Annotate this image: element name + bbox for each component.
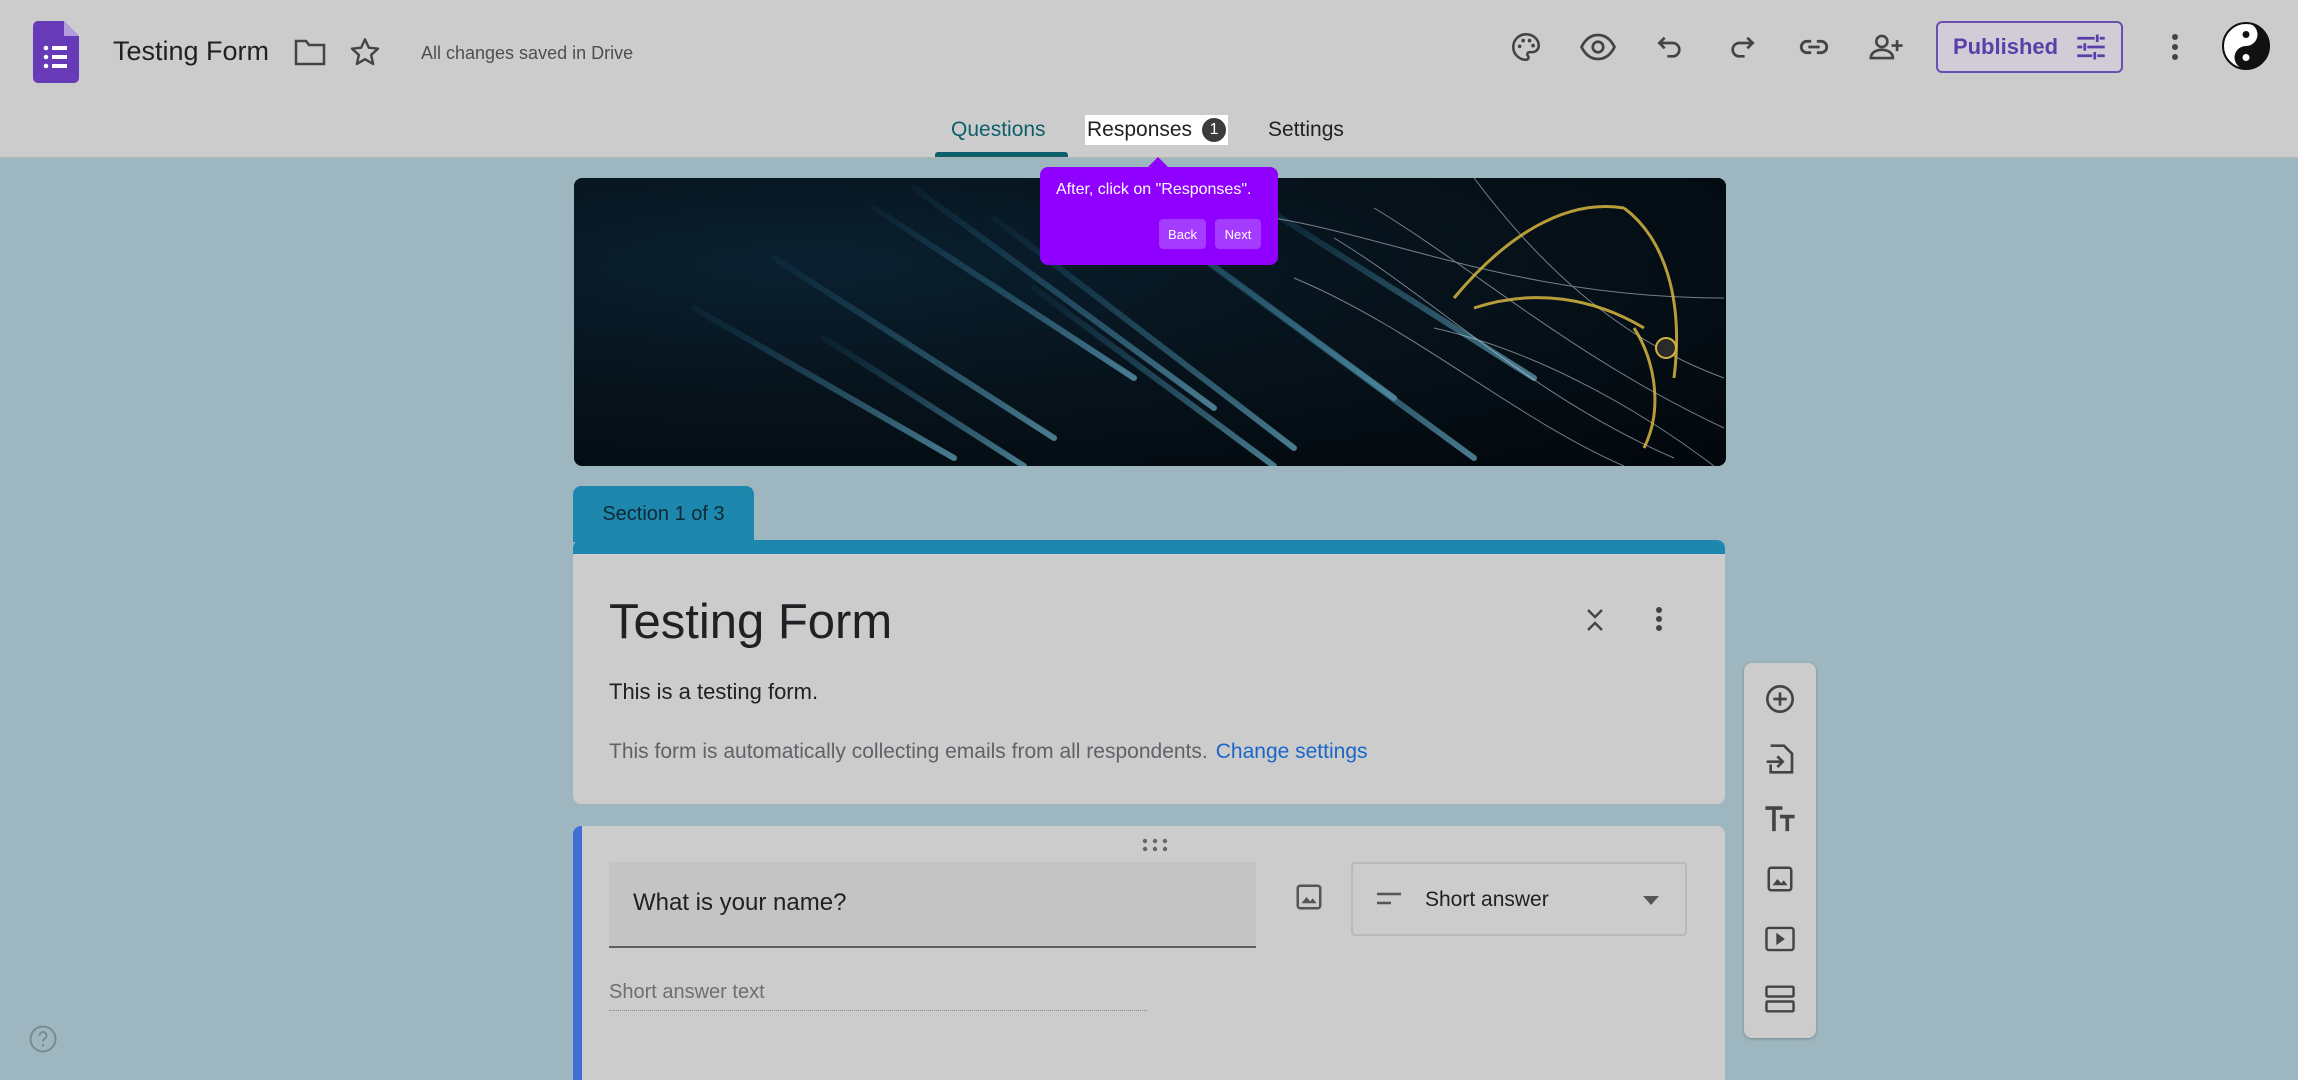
forms-app-icon[interactable] <box>33 21 79 83</box>
top-bar: Testing Form All changes saved in Drive … <box>0 0 2298 158</box>
change-settings-link[interactable]: Change settings <box>1216 740 1368 763</box>
short-answer-placeholder: Short answer text <box>609 981 1147 1011</box>
question-title-text: What is your name? <box>633 889 847 916</box>
folder-icon[interactable] <box>294 38 326 66</box>
preview-eye-icon[interactable] <box>1579 28 1617 66</box>
help-icon[interactable] <box>28 1024 58 1054</box>
collapse-section-icon[interactable] <box>1583 606 1607 634</box>
import-questions-icon[interactable] <box>1762 741 1798 777</box>
section-title[interactable]: Testing Form <box>609 594 892 650</box>
question-type-dropdown[interactable]: Short answer <box>1351 862 1687 936</box>
palette-icon[interactable] <box>1507 28 1545 66</box>
published-button[interactable]: Published <box>1936 21 2123 73</box>
publish-settings-icon <box>2077 34 2105 60</box>
chevron-down-icon <box>1643 896 1659 905</box>
link-icon[interactable] <box>1795 28 1833 66</box>
add-collaborator-icon[interactable] <box>1867 28 1905 66</box>
floating-toolbar <box>1744 663 1816 1038</box>
short-text-icon <box>1377 892 1401 905</box>
form-header-card[interactable]: Testing Form This is a testing form. Thi… <box>573 540 1725 804</box>
responses-count-badge: 1 <box>1202 118 1227 142</box>
tab-active-indicator <box>935 152 1068 157</box>
star-icon[interactable] <box>349 36 381 68</box>
email-notice-text: This form is automatically collecting em… <box>609 740 1208 763</box>
yin-yang-avatar-icon[interactable] <box>2222 22 2270 70</box>
tooltip-text: After, click on "Responses". <box>1056 181 1252 198</box>
tab-settings[interactable]: Settings <box>1268 118 1344 142</box>
add-image-icon[interactable] <box>1294 882 1324 912</box>
email-collection-notice: This form is automatically collecting em… <box>609 740 1368 764</box>
undo-icon[interactable] <box>1651 28 1689 66</box>
section-more-icon[interactable] <box>1655 606 1663 632</box>
save-status: All changes saved in Drive <box>421 43 634 63</box>
more-vert-icon[interactable] <box>2156 28 2194 66</box>
published-label: Published <box>1952 34 2059 59</box>
question-type-label: Short answer <box>1425 888 1549 911</box>
add-section-icon[interactable] <box>1762 981 1798 1017</box>
tab-responses-label: Responses <box>1087 118 1193 141</box>
question-card[interactable]: What is your name? Short answer Short an… <box>573 826 1725 1080</box>
drag-handle-icon[interactable] <box>1142 838 1168 852</box>
add-image-icon[interactable] <box>1762 861 1798 897</box>
tutorial-tooltip: After, click on "Responses". Back Next <box>1040 157 1278 265</box>
tooltip-back-button[interactable]: Back <box>1159 219 1206 249</box>
section-description[interactable]: This is a testing form. <box>609 679 818 705</box>
add-title-icon[interactable] <box>1762 801 1798 837</box>
tab-responses[interactable]: Responses 1 <box>1085 115 1229 145</box>
add-video-icon[interactable] <box>1762 921 1798 957</box>
tab-questions[interactable]: Questions <box>951 118 1046 142</box>
form-title[interactable]: Testing Form <box>113 36 269 67</box>
question-title-input[interactable]: What is your name? <box>609 862 1256 948</box>
add-question-icon[interactable] <box>1762 681 1798 717</box>
redo-icon[interactable] <box>1723 28 1761 66</box>
tooltip-next-button[interactable]: Next <box>1215 219 1261 249</box>
section-label: Section 1 of 3 <box>573 486 754 542</box>
